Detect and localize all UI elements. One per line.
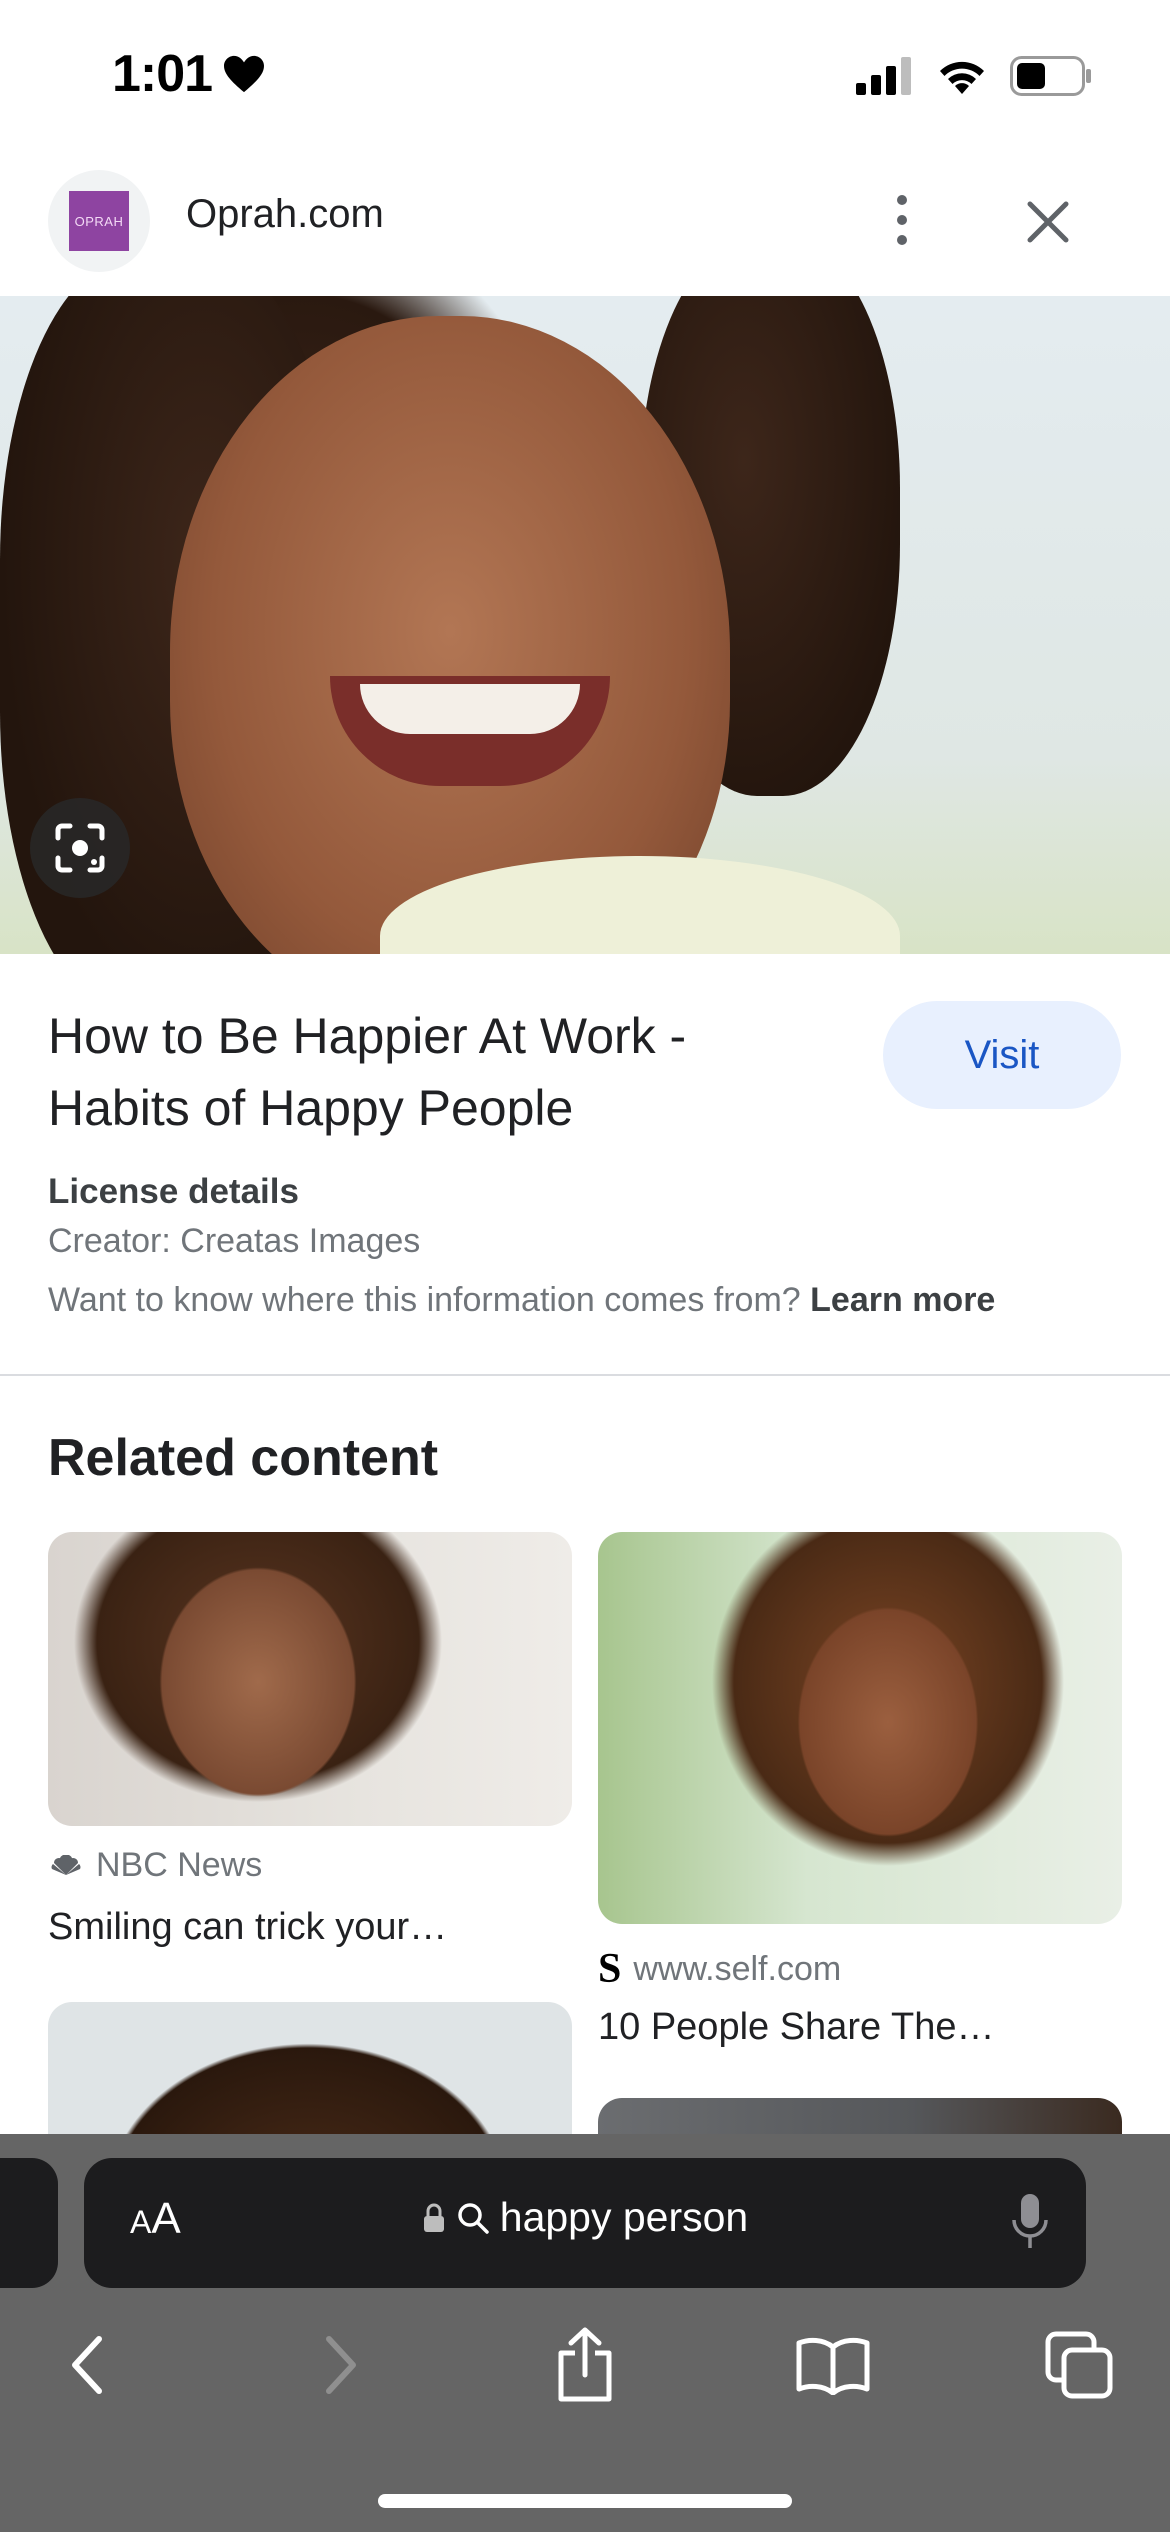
- bookmarks-button[interactable]: [788, 2320, 878, 2410]
- status-icons: [856, 56, 1092, 96]
- search-icon: [458, 2202, 489, 2234]
- result-header: OPRAH Oprah.com: [0, 160, 1170, 290]
- microphone-icon: [1012, 2194, 1048, 2248]
- status-bar: 1:01: [0, 0, 1170, 150]
- close-icon: [1027, 201, 1069, 243]
- address-query[interactable]: happy person: [84, 2194, 1086, 2241]
- related-source-1[interactable]: NBC News: [48, 1846, 262, 1885]
- more-options-button[interactable]: [872, 180, 932, 260]
- forward-chevron-icon: [326, 2336, 356, 2394]
- related-title-1[interactable]: Smiling can trick your…: [48, 1906, 447, 1949]
- bookmarks-book-icon: [796, 2337, 870, 2395]
- result-title[interactable]: How to Be Happier At Work - Habits of Ha…: [48, 1000, 828, 1144]
- related-source-label: www.self.com: [633, 1949, 842, 1988]
- site-logo[interactable]: OPRAH: [48, 170, 150, 272]
- related-source-label: NBC News: [96, 1846, 263, 1884]
- heart-icon: [224, 55, 265, 93]
- wifi-icon: [940, 61, 984, 94]
- more-dot: [897, 195, 907, 205]
- microphone-button[interactable]: [1010, 2192, 1050, 2254]
- lock-icon: [423, 2203, 444, 2232]
- cellular-signal-icon: [856, 57, 911, 95]
- license-details-heading: License details: [48, 1172, 299, 1211]
- divider: [0, 1374, 1170, 1376]
- image-shape: [360, 684, 580, 734]
- forward-button[interactable]: [296, 2320, 386, 2410]
- related-source-2[interactable]: S www.self.com: [598, 1945, 841, 1993]
- visit-button[interactable]: Visit: [883, 1001, 1121, 1109]
- result-image[interactable]: [0, 296, 1170, 954]
- share-button[interactable]: [540, 2320, 630, 2410]
- learn-more-link[interactable]: Learn more: [810, 1281, 995, 1319]
- search-query-text: happy person: [499, 2194, 749, 2240]
- related-content-heading: Related content: [48, 1429, 439, 1487]
- site-name[interactable]: Oprah.com: [186, 192, 384, 237]
- address-bar[interactable]: A A happy person: [84, 2158, 1086, 2288]
- back-chevron-icon: [72, 2336, 102, 2394]
- back-button[interactable]: [42, 2320, 132, 2410]
- self-logo-icon: S: [598, 1946, 622, 1992]
- battery-icon: [1010, 56, 1091, 96]
- site-logo-text: OPRAH: [69, 191, 129, 251]
- license-creator: Creator: Creatas Images: [48, 1222, 421, 1260]
- related-title-2[interactable]: 10 People Share The…: [598, 2006, 994, 2049]
- related-image-2[interactable]: [598, 1532, 1122, 1924]
- home-indicator[interactable]: [378, 2494, 792, 2508]
- status-time: 1:01: [112, 44, 266, 104]
- lens-search-button[interactable]: [30, 798, 130, 898]
- share-icon: [558, 2327, 612, 2402]
- related-image-1[interactable]: [48, 1532, 572, 1826]
- more-dot: [897, 235, 907, 245]
- more-dot: [897, 215, 907, 225]
- clock-text: 1:01: [112, 45, 213, 103]
- close-button[interactable]: [1010, 184, 1086, 260]
- tabs-icon: [1045, 2331, 1113, 2399]
- nbc-peacock-icon: [51, 1854, 81, 1875]
- previous-tab-peek[interactable]: [0, 2158, 58, 2288]
- tabs-button[interactable]: [1034, 2320, 1124, 2410]
- lens-icon: [55, 823, 105, 873]
- license-info: Want to know where this information come…: [48, 1281, 995, 1320]
- license-info-text: Want to know where this information come…: [48, 1281, 801, 1319]
